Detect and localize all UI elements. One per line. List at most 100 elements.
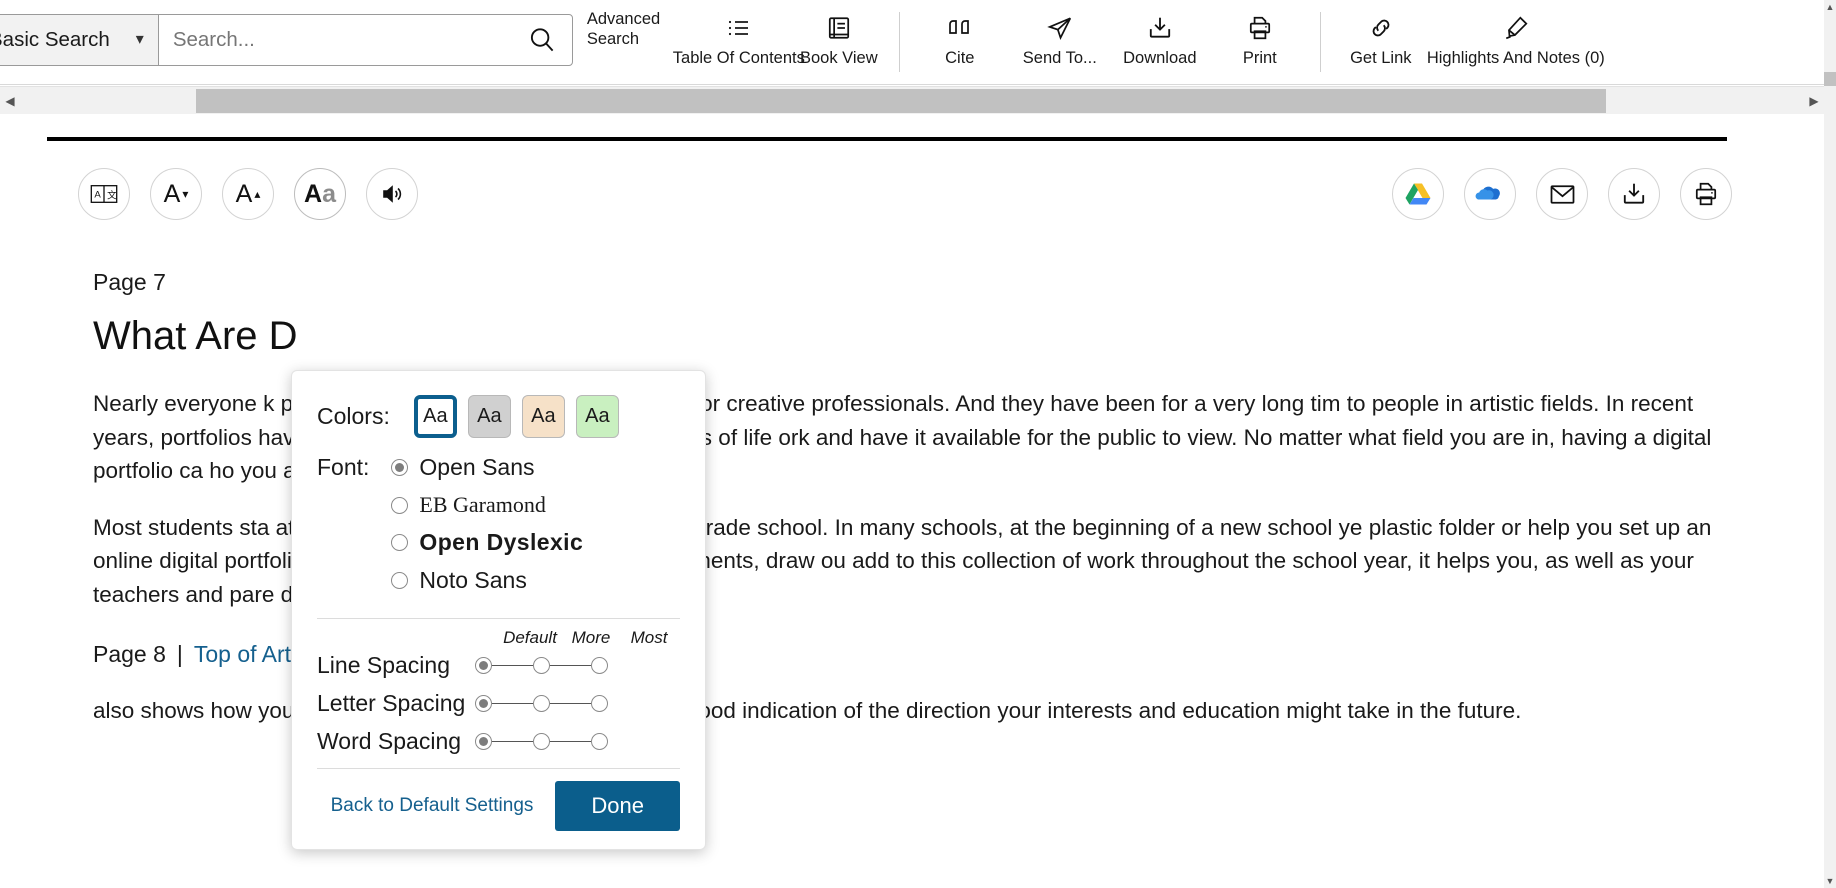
tool-get-link[interactable]: Get Link bbox=[1331, 0, 1431, 67]
font-option-label: Noto Sans bbox=[419, 567, 527, 593]
read-aloud-button[interactable] bbox=[366, 168, 418, 220]
display-options-button[interactable]: Aa bbox=[294, 168, 346, 220]
accessibility-right-group bbox=[1392, 168, 1732, 220]
slider-header-more: More bbox=[571, 628, 611, 647]
advanced-search-link[interactable]: Advanced Search bbox=[587, 10, 665, 49]
horizontal-scroll-track[interactable] bbox=[20, 87, 1804, 115]
document-area: A 文 A ▾ A ▴ Aa Page 7 What Are D Nearly … bbox=[0, 114, 1824, 888]
tool-print[interactable]: Print bbox=[1210, 0, 1310, 67]
slider-stop-more[interactable] bbox=[533, 657, 550, 674]
top-toolbar: Basic Search ▾ Advanced Search Table Of … bbox=[0, 0, 1824, 85]
tool-highlights-and-notes[interactable]: Highlights And Notes (0) bbox=[1427, 0, 1605, 67]
toolbar-divider bbox=[1319, 12, 1321, 72]
tool-label: Book View bbox=[799, 49, 878, 67]
quote-icon bbox=[946, 10, 974, 46]
swatch-label: Aa bbox=[585, 405, 610, 427]
slider-stop-default[interactable] bbox=[475, 733, 492, 750]
separator: | bbox=[176, 641, 183, 667]
font-option-eb-garamond[interactable]: EB Garamond bbox=[391, 492, 583, 518]
slider-segment bbox=[550, 703, 591, 704]
tool-download[interactable]: Download bbox=[1110, 0, 1210, 67]
search-button[interactable] bbox=[520, 18, 564, 62]
slider-segment bbox=[492, 741, 533, 742]
tool-label: Cite bbox=[945, 49, 975, 67]
vertical-scroll-thumb[interactable] bbox=[1824, 72, 1836, 86]
page8-marker: Page 8 bbox=[93, 641, 166, 667]
slider-segment bbox=[492, 665, 533, 666]
top-rule bbox=[47, 137, 1727, 141]
radio-icon bbox=[391, 534, 409, 551]
slider-label: Letter Spacing bbox=[317, 690, 466, 716]
popup-footer: Back to Default Settings Done bbox=[317, 781, 680, 831]
color-swatch-green[interactable]: Aa bbox=[575, 395, 619, 438]
horizontal-scroll-thumb[interactable] bbox=[196, 88, 1606, 113]
font-option-label: Open Sans bbox=[419, 454, 535, 480]
email-button[interactable] bbox=[1536, 168, 1588, 220]
slider-stop-most[interactable] bbox=[591, 657, 608, 674]
color-swatch-gray[interactable]: Aa bbox=[467, 395, 511, 438]
onedrive-icon bbox=[1475, 186, 1500, 200]
translate-button[interactable]: A 文 bbox=[78, 168, 130, 220]
highlighter-icon bbox=[1502, 10, 1530, 46]
email-icon bbox=[1550, 185, 1574, 204]
tool-label: Download bbox=[1123, 49, 1197, 67]
increase-font-button[interactable]: A ▴ bbox=[222, 168, 274, 220]
download-icon bbox=[1623, 183, 1645, 204]
slider-stop-more[interactable] bbox=[533, 733, 550, 750]
horizontal-scrollbar[interactable]: ◀ ▶ bbox=[0, 86, 1824, 114]
slider-track[interactable] bbox=[475, 733, 608, 750]
save-to-onedrive-button[interactable] bbox=[1464, 168, 1516, 220]
slider-segment bbox=[550, 665, 591, 666]
save-to-google-drive-button[interactable] bbox=[1392, 168, 1444, 220]
slider-stop-default[interactable] bbox=[475, 657, 492, 674]
read-aloud-icon bbox=[383, 185, 402, 203]
download-button[interactable] bbox=[1608, 168, 1660, 220]
header-tools: Table Of Contents Book View Cite Send To… bbox=[673, 0, 1605, 72]
scroll-up-arrow-icon[interactable]: ▲ bbox=[1824, 0, 1836, 14]
search-input[interactable] bbox=[172, 28, 520, 52]
printer-icon bbox=[1247, 10, 1273, 46]
slider-track[interactable] bbox=[475, 695, 608, 712]
tool-label: Get Link bbox=[1350, 49, 1412, 67]
colors-label: Colors: bbox=[317, 403, 390, 429]
font-option-open-dyslexic[interactable]: Open Dyslexic bbox=[391, 529, 583, 556]
font-label: Font: bbox=[317, 454, 370, 480]
page-title: What Are D bbox=[93, 314, 298, 358]
tool-table-of-contents[interactable]: Table Of Contents bbox=[673, 0, 805, 67]
tool-cite[interactable]: Cite bbox=[910, 0, 1010, 67]
color-swatch-tan[interactable]: Aa bbox=[521, 395, 565, 438]
accessibility-left-group: A 文 A ▾ A ▴ Aa bbox=[78, 168, 418, 220]
slider-stop-more[interactable] bbox=[533, 695, 550, 712]
slider-stop-most[interactable] bbox=[591, 695, 608, 712]
increase-font-icon: A ▴ bbox=[235, 179, 261, 208]
slider-label: Word Spacing bbox=[317, 728, 462, 754]
popup-divider bbox=[317, 768, 680, 769]
search-mode-dropdown[interactable]: Basic Search ▾ bbox=[0, 14, 158, 66]
slider-segment bbox=[550, 741, 591, 742]
slider-stop-default[interactable] bbox=[475, 695, 492, 712]
slider-segment bbox=[492, 703, 533, 704]
print-button[interactable] bbox=[1680, 168, 1732, 220]
tool-book-view[interactable]: Book View bbox=[789, 0, 889, 67]
tool-label: Highlights And Notes (0) bbox=[1426, 49, 1605, 67]
scroll-left-arrow-icon[interactable]: ◀ bbox=[0, 94, 20, 108]
font-option-noto-sans[interactable]: Noto Sans bbox=[391, 567, 583, 594]
scroll-down-arrow-icon[interactable]: ▼ bbox=[1824, 874, 1836, 888]
back-to-default-settings-button[interactable]: Back to Default Settings bbox=[331, 795, 534, 817]
paper-plane-icon bbox=[1046, 10, 1074, 46]
decrease-font-button[interactable]: A ▾ bbox=[150, 168, 202, 220]
google-drive-icon bbox=[1405, 183, 1431, 204]
scroll-right-arrow-icon[interactable]: ▶ bbox=[1804, 94, 1824, 108]
search-icon bbox=[530, 28, 554, 52]
done-button[interactable]: Done bbox=[555, 781, 680, 831]
svg-text:A: A bbox=[94, 190, 101, 201]
list-icon bbox=[726, 10, 752, 46]
printer-icon bbox=[1695, 182, 1717, 206]
tool-send-to[interactable]: Send To... bbox=[1010, 0, 1110, 67]
vertical-scrollbar[interactable]: ▲ ▼ bbox=[1824, 0, 1836, 888]
font-option-open-sans[interactable]: Open Sans bbox=[391, 454, 583, 481]
color-swatch-white[interactable]: Aa bbox=[413, 395, 457, 438]
slider-track[interactable] bbox=[475, 657, 608, 674]
slider-stop-most[interactable] bbox=[591, 733, 608, 750]
radio-icon bbox=[391, 459, 409, 476]
